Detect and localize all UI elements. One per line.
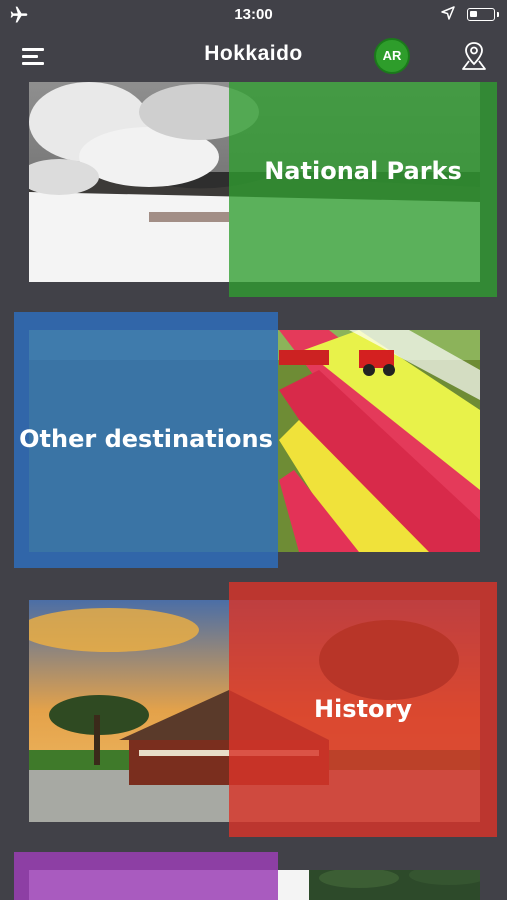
category-overlay-purple <box>14 852 278 900</box>
status-time: 13:00 <box>234 6 273 23</box>
location-arrow-icon <box>441 6 455 20</box>
nav-bar: Hokkaido AR <box>0 30 507 82</box>
map-pin-icon[interactable] <box>460 40 488 72</box>
category-label-national-parks: National Parks <box>264 157 462 186</box>
category-label-other-destinations: Other destinations <box>19 425 273 454</box>
status-bar: 13:00 <box>0 0 507 30</box>
page-title: Hokkaido <box>204 42 303 65</box>
ar-button[interactable]: AR <box>374 38 410 74</box>
category-label-history: History <box>313 694 413 723</box>
battery-icon <box>467 8 499 21</box>
battery-level <box>470 11 478 17</box>
